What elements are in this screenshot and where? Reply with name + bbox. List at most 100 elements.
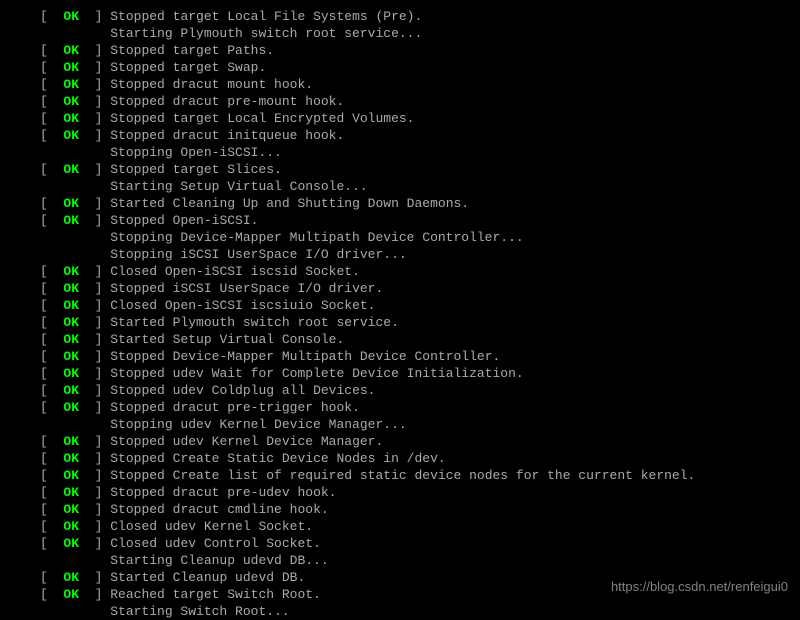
bracket-close: ]: [79, 315, 110, 330]
log-message: Stopped dracut mount hook.: [110, 77, 313, 92]
status-ok: OK: [63, 570, 79, 585]
bracket-close: ]: [79, 400, 110, 415]
bracket-open: [: [40, 536, 63, 551]
log-line: Stopping Open-iSCSI...: [40, 144, 800, 161]
bracket-close: ]: [79, 213, 110, 228]
bracket-open: [: [40, 366, 63, 381]
log-line: Starting Setup Virtual Console...: [40, 178, 800, 195]
log-line: [ OK ] Stopped target Paths.: [40, 42, 800, 59]
log-message: Stopped dracut cmdline hook.: [110, 502, 328, 517]
log-line: [ OK ] Stopped iSCSI UserSpace I/O drive…: [40, 280, 800, 297]
log-line: Starting Cleanup udevd DB...: [40, 552, 800, 569]
status-ok: OK: [63, 366, 79, 381]
log-message: Stopped Create Static Device Nodes in /d…: [110, 451, 445, 466]
log-message: Stopped target Swap.: [110, 60, 266, 75]
log-message: Stopping Device-Mapper Multipath Device …: [110, 230, 523, 245]
status-ok: OK: [63, 264, 79, 279]
status-ok: OK: [63, 213, 79, 228]
log-line: Starting Switch Root...: [40, 603, 800, 620]
log-line: [ OK ] Stopped udev Kernel Device Manage…: [40, 433, 800, 450]
bracket-open: [: [40, 349, 63, 364]
log-line: [ OK ] Stopped target Local Encrypted Vo…: [40, 110, 800, 127]
bracket-open: [: [40, 502, 63, 517]
log-message: Closed Open-iSCSI iscsid Socket.: [110, 264, 360, 279]
log-line: [ OK ] Stopped Open-iSCSI.: [40, 212, 800, 229]
status-ok: OK: [63, 468, 79, 483]
bracket-open: [: [40, 570, 63, 585]
bracket-open: [: [40, 315, 63, 330]
log-line: [ OK ] Stopped Create list of required s…: [40, 467, 800, 484]
status-ok: OK: [63, 196, 79, 211]
status-ok: OK: [63, 502, 79, 517]
bracket-close: ]: [79, 366, 110, 381]
log-line: [ OK ] Stopped Create Static Device Node…: [40, 450, 800, 467]
log-message: Stopped target Local Encrypted Volumes.: [110, 111, 414, 126]
log-line: Starting Plymouth switch root service...: [40, 25, 800, 42]
log-indent: [40, 246, 110, 263]
status-ok: OK: [63, 536, 79, 551]
status-ok: OK: [63, 9, 79, 24]
bracket-close: ]: [79, 77, 110, 92]
bracket-close: ]: [79, 502, 110, 517]
log-message: Stopped udev Kernel Device Manager.: [110, 434, 383, 449]
bracket-open: [: [40, 434, 63, 449]
log-message: Starting Cleanup udevd DB...: [110, 553, 328, 568]
bracket-close: ]: [79, 9, 110, 24]
boot-log-terminal: [ OK ] Stopped target Local File Systems…: [0, 0, 800, 620]
log-line: [ OK ] Stopped dracut pre-udev hook.: [40, 484, 800, 501]
bracket-open: [: [40, 77, 63, 92]
log-line: Stopping Device-Mapper Multipath Device …: [40, 229, 800, 246]
status-ok: OK: [63, 400, 79, 415]
log-message: Closed udev Control Socket.: [110, 536, 321, 551]
bracket-close: ]: [79, 519, 110, 534]
bracket-close: ]: [79, 60, 110, 75]
log-line: [ OK ] Started Setup Virtual Console.: [40, 331, 800, 348]
log-line: Stopping udev Kernel Device Manager...: [40, 416, 800, 433]
log-message: Stopped dracut pre-trigger hook.: [110, 400, 360, 415]
log-line: [ OK ] Stopped target Swap.: [40, 59, 800, 76]
log-indent: [40, 552, 110, 569]
bracket-open: [: [40, 468, 63, 483]
bracket-open: [: [40, 9, 63, 24]
bracket-close: ]: [79, 196, 110, 211]
log-line: [ OK ] Stopped Device-Mapper Multipath D…: [40, 348, 800, 365]
status-ok: OK: [63, 94, 79, 109]
log-indent: [40, 603, 110, 620]
log-message: Stopped dracut pre-mount hook.: [110, 94, 344, 109]
log-indent: [40, 229, 110, 246]
log-message: Stopped dracut pre-udev hook.: [110, 485, 336, 500]
log-message: Closed udev Kernel Socket.: [110, 519, 313, 534]
log-indent: [40, 144, 110, 161]
log-indent: [40, 178, 110, 195]
bracket-close: ]: [79, 570, 110, 585]
log-line: [ OK ] Closed Open-iSCSI iscsid Socket.: [40, 263, 800, 280]
bracket-close: ]: [79, 349, 110, 364]
bracket-close: ]: [79, 536, 110, 551]
bracket-open: [: [40, 383, 63, 398]
bracket-open: [: [40, 281, 63, 296]
log-message: Started Cleaning Up and Shutting Down Da…: [110, 196, 469, 211]
log-line: [ OK ] Started Plymouth switch root serv…: [40, 314, 800, 331]
bracket-close: ]: [79, 451, 110, 466]
bracket-close: ]: [79, 298, 110, 313]
log-line: [ OK ] Stopped dracut initqueue hook.: [40, 127, 800, 144]
log-line: [ OK ] Closed Open-iSCSI iscsiuio Socket…: [40, 297, 800, 314]
bracket-open: [: [40, 264, 63, 279]
status-ok: OK: [63, 298, 79, 313]
bracket-close: ]: [79, 111, 110, 126]
log-line: [ OK ] Stopped dracut cmdline hook.: [40, 501, 800, 518]
bracket-close: ]: [79, 162, 110, 177]
bracket-close: ]: [79, 264, 110, 279]
log-message: Stopped udev Coldplug all Devices.: [110, 383, 375, 398]
watermark-text: https://blog.csdn.net/renfeigui0: [611, 578, 788, 595]
log-message: Starting Setup Virtual Console...: [110, 179, 367, 194]
log-line: [ OK ] Stopped udev Wait for Complete De…: [40, 365, 800, 382]
log-line: [ OK ] Started Cleaning Up and Shutting …: [40, 195, 800, 212]
bracket-close: ]: [79, 94, 110, 109]
status-ok: OK: [63, 451, 79, 466]
log-line: [ OK ] Stopped target Local File Systems…: [40, 8, 800, 25]
log-message: Stopped target Paths.: [110, 43, 274, 58]
log-message: Stopped Create list of required static d…: [110, 468, 695, 483]
log-message: Started Cleanup udevd DB.: [110, 570, 305, 585]
log-message: Stopped iSCSI UserSpace I/O driver.: [110, 281, 383, 296]
